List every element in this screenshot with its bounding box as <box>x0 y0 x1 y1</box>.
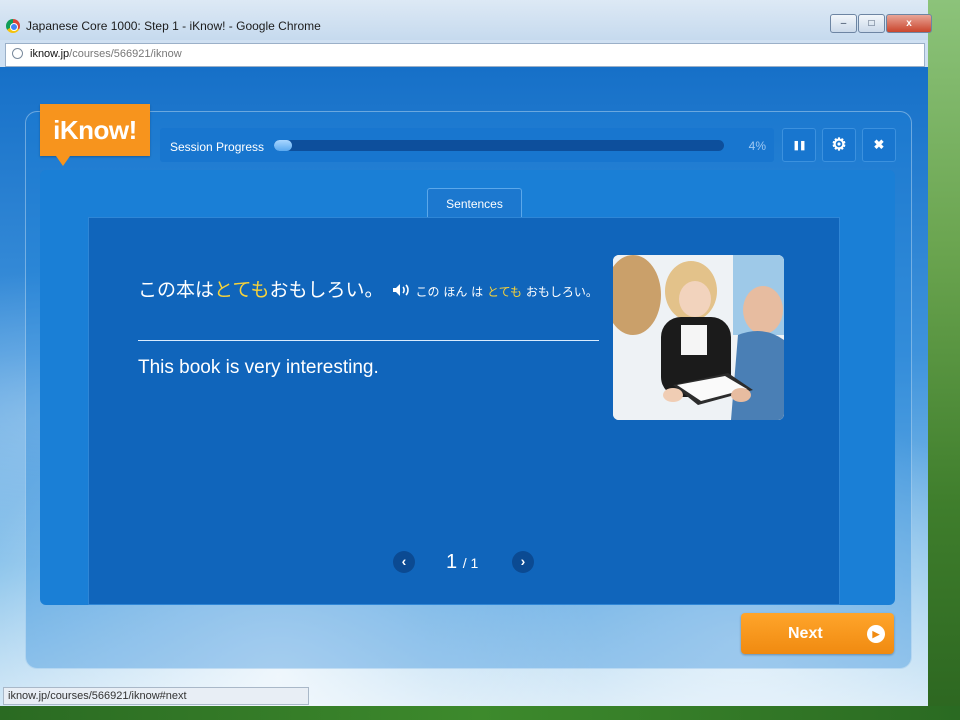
japanese-sentence: この本はとてもおもしろい。 この ほん は とても おもしろい。 <box>138 275 598 307</box>
play-arrow-icon: ▶ <box>867 625 885 643</box>
title-bar: Japanese Core 1000: Step 1 - iKnow! - Go… <box>0 0 932 40</box>
progress-percent: 4% <box>748 139 766 153</box>
iknow-logo: iKnow! <box>40 104 150 166</box>
taskbar-strip <box>0 706 960 720</box>
sentence-image <box>613 255 784 420</box>
chrome-icon <box>6 19 20 33</box>
progress-fill <box>274 140 292 151</box>
divider <box>138 340 599 341</box>
desktop-background <box>928 0 960 720</box>
gear-icon: ⚙ <box>831 135 847 154</box>
sentence-kana: この ほん は とても おもしろい。 <box>415 285 598 299</box>
pause-icon: ❚❚ <box>792 139 806 150</box>
english-translation: This book is very interesting. <box>138 357 379 378</box>
page-total: / 1 <box>462 555 479 571</box>
previous-page-button[interactable]: ‹ <box>393 551 415 573</box>
page-viewport: iKnow! Session Progress 4% ❚❚ ⚙ ✖ Senten… <box>0 67 928 706</box>
page-current: 1 <box>446 551 458 573</box>
status-bar: iknow.jp/courses/566921/iknow#next <box>3 687 309 705</box>
close-icon: ✖ <box>873 137 885 152</box>
close-window-button[interactable]: x <box>886 14 932 33</box>
pause-button[interactable]: ❚❚ <box>782 128 816 162</box>
browser-window: Japanese Core 1000: Step 1 - iKnow! - Go… <box>0 0 932 706</box>
exit-button[interactable]: ✖ <box>862 128 896 162</box>
maximize-button[interactable]: □ <box>858 14 885 33</box>
chevron-right-icon: › <box>520 553 526 569</box>
url-text[interactable]: iknow.jp/courses/566921/iknow <box>30 48 182 60</box>
tab-sentences[interactable]: Sentences <box>427 188 522 218</box>
speaker-icon[interactable] <box>392 278 412 296</box>
progress-label: Session Progress <box>170 140 265 154</box>
session-progress: Session Progress 4% <box>160 128 774 162</box>
chevron-left-icon: ‹ <box>401 553 407 569</box>
globe-icon <box>12 48 23 59</box>
settings-button[interactable]: ⚙ <box>822 128 856 162</box>
window-title: Japanese Core 1000: Step 1 - iKnow! - Go… <box>26 19 321 33</box>
next-page-button[interactable]: › <box>512 551 534 573</box>
address-bar[interactable]: iknow.jp/courses/566921/iknow <box>5 43 925 67</box>
minimize-button[interactable]: ‒ <box>830 14 857 33</box>
next-button-label: Next <box>788 625 823 642</box>
window-controls: ‒ □ x <box>830 14 933 33</box>
page-indicator: 1 / 1 <box>446 551 478 574</box>
progress-track <box>274 140 724 151</box>
next-button[interactable]: Next ▶ <box>741 613 894 654</box>
sentence-kanji: この本はとてもおもしろい。 <box>138 279 384 301</box>
